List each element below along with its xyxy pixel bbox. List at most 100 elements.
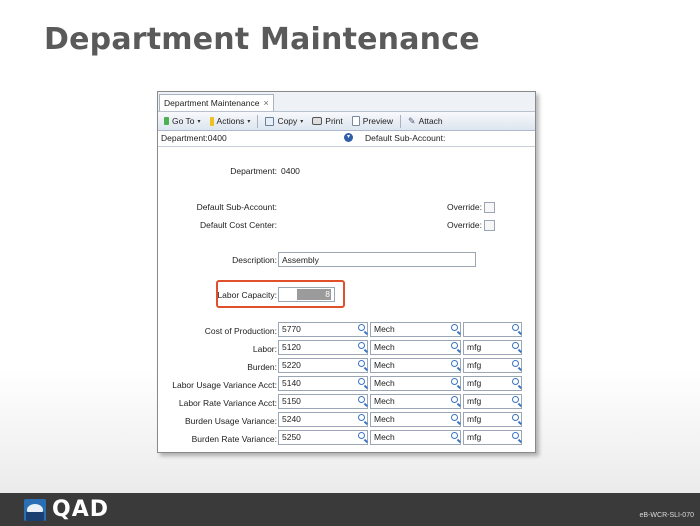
- override-label-2: Override:: [447, 220, 482, 230]
- account-input-value: 5220: [282, 360, 301, 370]
- cost-center-input[interactable]: Mech: [370, 394, 461, 409]
- tab-label: Department Maintenance: [164, 98, 260, 108]
- cost-center-input-value: Mech: [374, 432, 395, 442]
- print-icon: [312, 117, 323, 125]
- footer-bar: QAD eB-WCR-SLI-070: [0, 493, 700, 526]
- account-input-value: 5150: [282, 396, 301, 406]
- chevron-down-icon: ▾: [300, 118, 304, 125]
- search-icon[interactable]: [512, 360, 519, 367]
- toolbar: Go To ▾ Actions ▾ Copy ▾ Print Preview ✎…: [158, 112, 535, 131]
- tab-strip: Department Maintenance ×: [158, 92, 535, 112]
- collapse-icon[interactable]: ▾: [344, 133, 353, 142]
- actions-button[interactable]: Actions ▾: [207, 113, 254, 129]
- department-label: Department:: [230, 166, 277, 176]
- search-icon[interactable]: [451, 360, 458, 367]
- sub-account-input-value: mfg: [467, 396, 482, 406]
- account-input-value: 5240: [282, 414, 301, 424]
- labor-capacity-input[interactable]: 8: [278, 287, 335, 302]
- qad-logo-icon: [24, 499, 46, 521]
- cost-center-input-value: Mech: [374, 396, 395, 406]
- search-icon[interactable]: [512, 432, 519, 439]
- cost-center-input[interactable]: Mech: [370, 376, 461, 391]
- account-input[interactable]: 5140: [278, 376, 368, 391]
- sub-account-input[interactable]: mfg: [463, 430, 522, 445]
- sub-account-input-value: mfg: [467, 360, 482, 370]
- search-icon[interactable]: [358, 414, 365, 421]
- search-icon[interactable]: [451, 414, 458, 421]
- search-icon[interactable]: [512, 342, 519, 349]
- sub-account-input-value: mfg: [467, 342, 482, 352]
- search-icon[interactable]: [512, 396, 519, 403]
- account-input[interactable]: 5150: [278, 394, 368, 409]
- preview-icon: [351, 116, 360, 126]
- cost-center-input[interactable]: Mech: [370, 340, 461, 355]
- toolbar-separator: [400, 114, 402, 128]
- chevron-down-icon: ▾: [197, 118, 201, 125]
- sub-account-input[interactable]: mfg: [463, 358, 522, 373]
- sub-account-input-value: mfg: [467, 378, 482, 388]
- account-row-label: Burden Rate Variance:: [191, 434, 277, 444]
- print-label: Print: [325, 116, 343, 126]
- account-input[interactable]: 5770: [278, 322, 368, 337]
- search-icon[interactable]: [358, 324, 365, 331]
- actions-icon: [209, 116, 214, 126]
- account-row-label: Burden:: [247, 362, 277, 372]
- account-input-value: 5140: [282, 378, 301, 388]
- search-icon[interactable]: [451, 324, 458, 331]
- labor-capacity-value: 8: [297, 289, 331, 300]
- cost-center-input[interactable]: Mech: [370, 412, 461, 427]
- description-input[interactable]: Assembly: [278, 252, 476, 267]
- account-input-value: 5120: [282, 342, 301, 352]
- qad-logo-text: QAD: [52, 497, 109, 522]
- search-icon[interactable]: [358, 360, 365, 367]
- search-icon[interactable]: [512, 414, 519, 421]
- slide-code: eB-WCR-SLI-070: [639, 512, 694, 519]
- goto-icon: [164, 117, 169, 125]
- search-icon[interactable]: [512, 378, 519, 385]
- search-icon[interactable]: [358, 432, 365, 439]
- sub-account-input[interactable]: mfg: [463, 376, 522, 391]
- account-input[interactable]: 5120: [278, 340, 368, 355]
- close-icon[interactable]: ×: [263, 98, 268, 108]
- search-icon[interactable]: [358, 378, 365, 385]
- account-input[interactable]: 5240: [278, 412, 368, 427]
- search-icon[interactable]: [451, 378, 458, 385]
- sub-account-input[interactable]: mfg: [463, 394, 522, 409]
- account-row-label: Cost of Production:: [204, 326, 277, 336]
- copy-label: Copy: [277, 116, 298, 126]
- override-checkbox-cost-center[interactable]: [484, 220, 495, 231]
- sub-account-input[interactable]: [463, 322, 522, 337]
- search-icon[interactable]: [451, 432, 458, 439]
- account-row-label: Labor Usage Variance Acct:: [172, 380, 277, 390]
- sub-account-input[interactable]: mfg: [463, 412, 522, 427]
- description-label: Description:: [232, 255, 277, 265]
- search-icon[interactable]: [358, 342, 365, 349]
- override-checkbox-sub-account[interactable]: [484, 202, 495, 213]
- record-header: Department:0400 ▾ Default Sub-Account:: [158, 131, 535, 147]
- account-input[interactable]: 5250: [278, 430, 368, 445]
- search-icon[interactable]: [451, 396, 458, 403]
- attach-label: Attach: [418, 116, 443, 126]
- attach-button[interactable]: ✎ Attach: [405, 113, 446, 129]
- cost-center-input[interactable]: Mech: [370, 358, 461, 373]
- search-icon[interactable]: [512, 324, 519, 331]
- goto-button[interactable]: Go To ▾: [161, 113, 204, 129]
- account-row-label: Burden Usage Variance:: [185, 416, 277, 426]
- preview-button[interactable]: Preview: [349, 113, 396, 129]
- print-button[interactable]: Print: [309, 113, 345, 129]
- account-input-value: 5250: [282, 432, 301, 442]
- toolbar-separator: [257, 114, 259, 128]
- cost-center-input[interactable]: Mech: [370, 322, 461, 337]
- copy-button[interactable]: Copy ▾: [262, 113, 306, 129]
- copy-icon: [265, 116, 275, 126]
- account-input[interactable]: 5220: [278, 358, 368, 373]
- tab-department-maintenance[interactable]: Department Maintenance ×: [159, 94, 274, 111]
- search-icon[interactable]: [358, 396, 365, 403]
- preview-label: Preview: [362, 116, 394, 126]
- default-sub-account-label: Default Sub-Account:: [196, 202, 277, 212]
- account-input-value: 5770: [282, 324, 301, 334]
- actions-label: Actions: [216, 116, 245, 126]
- cost-center-input[interactable]: Mech: [370, 430, 461, 445]
- search-icon[interactable]: [451, 342, 458, 349]
- sub-account-input[interactable]: mfg: [463, 340, 522, 355]
